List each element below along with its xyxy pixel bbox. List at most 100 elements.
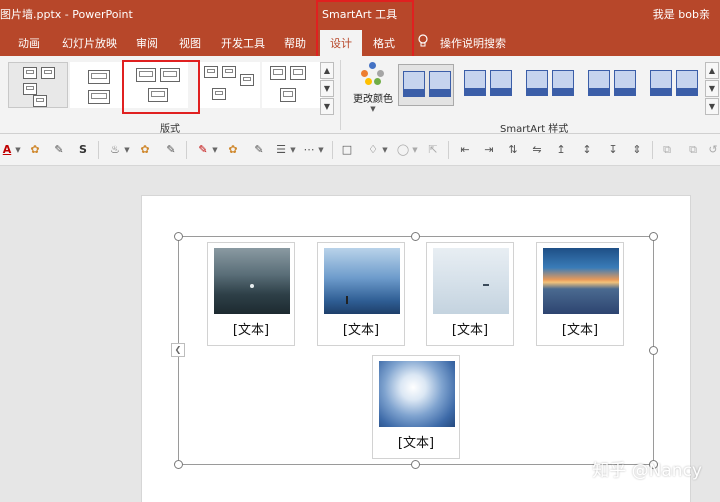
- styles-gallery-scroll[interactable]: ▲ ▼ ▼: [705, 62, 719, 116]
- layout-option-3-selected[interactable]: [128, 62, 188, 108]
- picture-card[interactable]: [文本]: [536, 242, 624, 346]
- align-bottom-icon[interactable]: ↧: [606, 143, 620, 157]
- align-left-icon[interactable]: ⇤: [458, 143, 472, 157]
- layout-option-1[interactable]: [8, 62, 68, 108]
- picture-card[interactable]: [文本]: [426, 242, 514, 346]
- dash-type-icon[interactable]: ⋯: [302, 143, 316, 157]
- change-shape-icon[interactable]: ♢: [366, 143, 380, 157]
- toolbar-divider: [652, 141, 653, 159]
- card-caption[interactable]: [文本]: [427, 319, 513, 338]
- toolbar-divider: [186, 141, 187, 159]
- toolbar-divider: [448, 141, 449, 159]
- resize-handle[interactable]: [411, 460, 420, 469]
- tab-format[interactable]: 格式: [373, 35, 395, 51]
- chevron-down-icon[interactable]: ▼: [124, 143, 130, 157]
- chevron-down-icon: ▼: [370, 105, 376, 113]
- scroll-down-icon[interactable]: ▼: [705, 80, 719, 97]
- chevron-down-icon[interactable]: ▼: [412, 143, 418, 157]
- picture-card[interactable]: [文本]: [317, 242, 405, 346]
- eyedropper-icon[interactable]: ✎: [252, 143, 266, 157]
- change-colors-button[interactable]: 更改颜色 ▼: [348, 60, 398, 116]
- title-bar: 图片墙.pptx - PowerPoint SmartArt 工具 我是 bob…: [0, 0, 720, 26]
- layouts-gallery-scroll[interactable]: ▲ ▼ ▼: [320, 62, 334, 116]
- gallery-more-icon[interactable]: ▼: [705, 98, 719, 115]
- shape-outline-icon[interactable]: ✎: [196, 143, 210, 157]
- tab-review[interactable]: 审阅: [136, 35, 158, 51]
- layout-option-2[interactable]: [70, 62, 130, 108]
- resize-handle[interactable]: [174, 460, 183, 469]
- smartart-styles-group-label: SmartArt 样式: [500, 124, 569, 135]
- shape-fill-icon[interactable]: ♨: [108, 143, 122, 157]
- font-color-icon[interactable]: A: [0, 143, 14, 157]
- user-account[interactable]: 我是 bob亲: [653, 6, 710, 22]
- smartart-style-5[interactable]: [646, 64, 702, 106]
- smartart-tools-label: SmartArt 工具: [322, 8, 398, 21]
- sky-clouds-picture[interactable]: [379, 361, 455, 427]
- calm-sea-picture[interactable]: [433, 248, 509, 314]
- layouts-group-label: 版式: [160, 124, 180, 135]
- align-middle-icon[interactable]: ↕: [580, 143, 594, 157]
- tab-help[interactable]: 帮助: [284, 35, 306, 51]
- layout-option-4[interactable]: [200, 62, 260, 108]
- layout-option-5[interactable]: [262, 62, 322, 108]
- watermark: 知乎 @Nancy: [592, 461, 702, 481]
- distribute-icon[interactable]: ⇋: [530, 143, 544, 157]
- waterfall-picture[interactable]: [324, 248, 400, 314]
- document-title: 图片墙.pptx - PowerPoint: [0, 8, 133, 21]
- chevron-down-icon[interactable]: ▼: [15, 143, 21, 157]
- line-weight-icon[interactable]: ☰: [274, 143, 288, 157]
- tab-animations[interactable]: 动画: [18, 35, 40, 51]
- align-top-icon[interactable]: ↥: [554, 143, 568, 157]
- align-center-icon[interactable]: ⇅: [506, 143, 520, 157]
- tab-slideshow[interactable]: 幻灯片放映: [62, 35, 117, 51]
- shape-effects-icon[interactable]: ◯: [396, 143, 410, 157]
- scroll-up-icon[interactable]: ▲: [705, 62, 719, 79]
- tab-developer[interactable]: 开发工具: [221, 35, 265, 51]
- tab-design[interactable]: 设计: [320, 30, 362, 56]
- tab-view[interactable]: 视图: [179, 35, 201, 51]
- ribbon-tabs: 动画 幻灯片放映 审阅 视图 开发工具 帮助 设计 格式 操作说明搜索: [0, 26, 720, 56]
- smartart-style-1[interactable]: [398, 64, 454, 106]
- text-box-icon[interactable]: □: [340, 143, 354, 157]
- card-caption[interactable]: [文本]: [537, 319, 623, 338]
- picture-card[interactable]: [文本]: [372, 355, 460, 459]
- group-icon[interactable]: ⧉: [660, 143, 674, 157]
- align-right-icon[interactable]: ⇥: [482, 143, 496, 157]
- edit-points-icon[interactable]: ⇱: [426, 143, 440, 157]
- chevron-down-icon[interactable]: ▼: [382, 143, 388, 157]
- toolbar-divider: [332, 141, 333, 159]
- color-wheel-icon[interactable]: ✿: [226, 143, 240, 157]
- sea-rock-picture[interactable]: [214, 248, 290, 314]
- gallery-more-icon[interactable]: ▼: [320, 98, 334, 115]
- smartart-style-4[interactable]: [584, 64, 640, 106]
- lightbulb-icon: [418, 34, 428, 47]
- rotate-icon[interactable]: ↺: [706, 143, 720, 157]
- resize-handle[interactable]: [174, 232, 183, 241]
- color-wheel-icon[interactable]: ✿: [28, 143, 42, 157]
- sunset-clouds-picture[interactable]: [543, 248, 619, 314]
- card-caption[interactable]: [文本]: [373, 432, 459, 451]
- distribute-vertical-icon[interactable]: ⇕: [630, 143, 644, 157]
- text-shadow-icon[interactable]: S: [76, 143, 90, 157]
- ungroup-icon[interactable]: ⧉: [686, 143, 700, 157]
- resize-handle[interactable]: [411, 232, 420, 241]
- resize-handle[interactable]: [649, 232, 658, 241]
- card-caption[interactable]: [文本]: [208, 319, 294, 338]
- text-pane-toggle-icon[interactable]: ❮: [171, 343, 185, 357]
- scroll-down-icon[interactable]: ▼: [320, 80, 334, 97]
- eyedropper-icon[interactable]: ✎: [164, 143, 178, 157]
- scroll-up-icon[interactable]: ▲: [320, 62, 334, 79]
- resize-handle[interactable]: [649, 346, 658, 355]
- smartart-style-2[interactable]: [460, 64, 516, 106]
- chevron-down-icon[interactable]: ▼: [212, 143, 218, 157]
- color-wheel-icon[interactable]: ✿: [138, 143, 152, 157]
- card-caption[interactable]: [文本]: [318, 319, 404, 338]
- toolbar-divider: [98, 141, 99, 159]
- change-colors-label: 更改颜色: [353, 94, 393, 105]
- smartart-style-3[interactable]: [522, 64, 578, 106]
- eyedropper-icon[interactable]: ✎: [52, 143, 66, 157]
- chevron-down-icon[interactable]: ▼: [290, 143, 296, 157]
- tell-me-search[interactable]: 操作说明搜索: [440, 35, 506, 51]
- chevron-down-icon[interactable]: ▼: [318, 143, 324, 157]
- picture-card[interactable]: [文本]: [207, 242, 295, 346]
